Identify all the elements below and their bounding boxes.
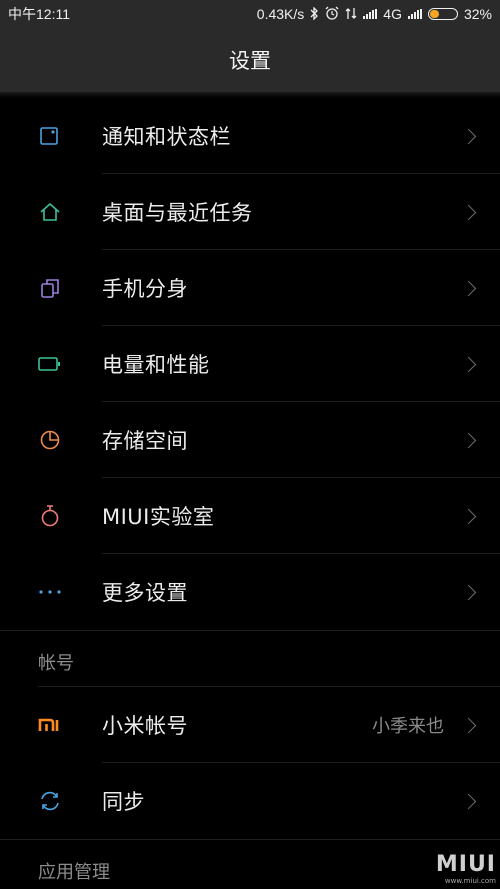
chevron-right-icon bbox=[460, 128, 477, 144]
chevron-right-icon bbox=[460, 356, 477, 372]
battery-icon bbox=[427, 8, 458, 20]
settings-screen: 中午12:11 0.43K/s 4G 32% 设置 通知和状态栏 桌面与最近任务… bbox=[0, 0, 500, 889]
flask-icon bbox=[38, 504, 62, 528]
mi-logo-icon bbox=[38, 713, 62, 737]
section-account: 帐号 bbox=[0, 631, 500, 687]
setting-notifications[interactable]: 通知和状态栏 bbox=[0, 98, 500, 174]
setting-label: 电量和性能 bbox=[102, 353, 210, 377]
signal-icon bbox=[363, 9, 378, 19]
status-icons: 0.43K/s 4G 32% bbox=[256, 5, 492, 22]
status-bar: 中午12:11 0.43K/s 4G 32% bbox=[0, 0, 500, 28]
data-transfer-icon bbox=[345, 7, 357, 22]
setting-mi-account[interactable]: 小米帐号 小季来也 bbox=[0, 687, 500, 763]
network-type: 4G bbox=[383, 6, 402, 22]
setting-label: 同步 bbox=[102, 790, 145, 814]
status-time: 中午12:11 bbox=[8, 6, 70, 22]
chevron-right-icon bbox=[460, 584, 477, 600]
setting-second-space[interactable]: 手机分身 bbox=[0, 250, 500, 326]
dual-phone-icon bbox=[38, 276, 62, 300]
signal-icon-2 bbox=[407, 9, 422, 19]
setting-label: 手机分身 bbox=[102, 277, 188, 301]
page-title: 设置 bbox=[229, 49, 271, 73]
section-apps: 应用管理 bbox=[0, 840, 500, 889]
notification-icon bbox=[38, 124, 62, 148]
setting-home-screen[interactable]: 桌面与最近任务 bbox=[0, 174, 500, 250]
setting-miui-lab[interactable]: MIUI实验室 bbox=[0, 478, 500, 554]
setting-label: 通知和状态栏 bbox=[102, 125, 231, 149]
chevron-right-icon bbox=[460, 432, 477, 448]
sync-icon bbox=[38, 789, 62, 813]
setting-label: 存储空间 bbox=[102, 429, 188, 453]
setting-label: MIUI实验室 bbox=[102, 505, 215, 529]
battery-percent: 32% bbox=[463, 6, 492, 22]
chevron-right-icon bbox=[460, 793, 477, 809]
chevron-right-icon bbox=[460, 508, 477, 524]
miui-watermark: MIUI www.miui.com bbox=[436, 852, 496, 885]
alarm-icon bbox=[325, 6, 339, 22]
battery-fill bbox=[429, 10, 439, 18]
section-title: 帐号 bbox=[38, 653, 74, 674]
watermark-brand: MIUI bbox=[435, 852, 496, 877]
setting-battery[interactable]: 电量和性能 bbox=[0, 326, 500, 402]
chevron-right-icon bbox=[460, 717, 477, 733]
more-dots-icon bbox=[38, 580, 62, 604]
bluetooth-icon bbox=[310, 5, 319, 22]
battery-icon bbox=[38, 352, 62, 376]
setting-storage[interactable]: 存储空间 bbox=[0, 402, 500, 478]
settings-list: 通知和状态栏 桌面与最近任务 手机分身 电量和性能 存储空间 MIUI实验室 更… bbox=[0, 98, 500, 889]
title-bar: 设置 bbox=[0, 28, 500, 92]
pie-storage-icon bbox=[38, 428, 62, 452]
chevron-right-icon bbox=[460, 280, 477, 296]
account-name: 小季来也 bbox=[372, 716, 444, 737]
home-icon bbox=[38, 200, 62, 224]
setting-label: 小米帐号 bbox=[102, 714, 188, 738]
watermark-site: www.miui.com bbox=[444, 877, 496, 885]
chevron-right-icon bbox=[460, 204, 477, 220]
network-speed: 0.43K/s bbox=[256, 6, 305, 22]
section-title: 应用管理 bbox=[38, 862, 110, 883]
setting-label: 桌面与最近任务 bbox=[102, 201, 253, 225]
setting-label: 更多设置 bbox=[102, 581, 188, 605]
setting-sync[interactable]: 同步 bbox=[0, 763, 500, 839]
setting-more[interactable]: 更多设置 bbox=[0, 554, 500, 630]
